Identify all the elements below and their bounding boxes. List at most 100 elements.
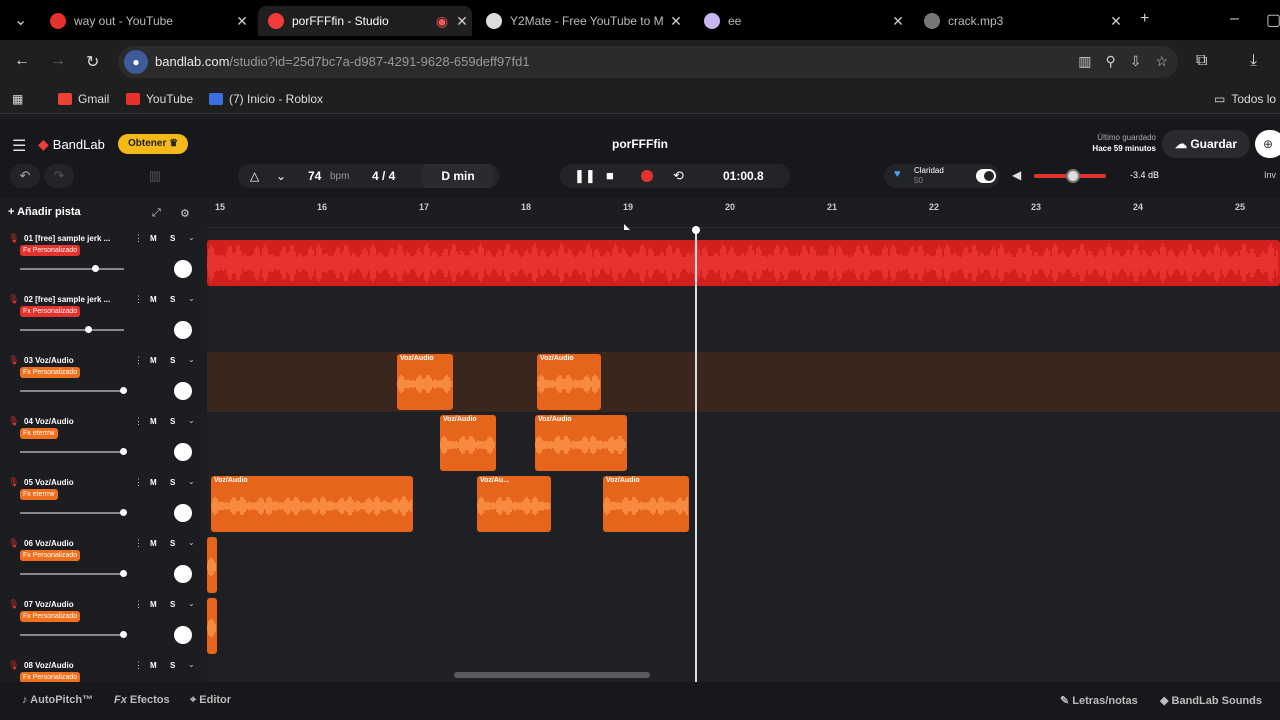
mute-button[interactable]: M bbox=[150, 356, 157, 365]
audio-clip[interactable]: Voz/Audio bbox=[440, 415, 496, 471]
track-lane[interactable] bbox=[207, 535, 1280, 595]
invite-button[interactable]: Inv bbox=[1264, 170, 1276, 180]
track-volume-knob[interactable] bbox=[120, 509, 127, 516]
horizontal-scrollbar[interactable] bbox=[454, 672, 650, 678]
expand-chevron-icon[interactable]: ⌄ bbox=[188, 599, 195, 608]
track-row[interactable]: 🎙 03 Voz/Audio Fx Personalizado ⋮ M S ⌄ … bbox=[0, 352, 1280, 412]
track-header[interactable]: 🎙 03 Voz/Audio Fx Personalizado ⋮ M S ⌄ bbox=[0, 352, 206, 412]
microphone-icon[interactable]: ● bbox=[124, 50, 148, 74]
more-options-icon[interactable]: ⋮ bbox=[134, 538, 143, 549]
minimize-icon[interactable]: – bbox=[1230, 10, 1239, 28]
audio-clip[interactable] bbox=[207, 598, 217, 654]
record-arm-icon[interactable]: 🎙 bbox=[8, 355, 19, 366]
speaker-icon[interactable]: ◀ bbox=[1012, 168, 1021, 182]
record-arm-icon[interactable]: 🎙 bbox=[8, 660, 19, 671]
loop-icon[interactable]: ⟲ bbox=[673, 168, 684, 184]
bandlab-sounds-button[interactable]: ◆ BandLab Sounds bbox=[1160, 694, 1262, 707]
fx-badge[interactable]: Fx Personalizado bbox=[20, 550, 81, 561]
tab-crack[interactable]: crack.mp3 ✕ bbox=[914, 6, 1126, 36]
solo-button[interactable]: S bbox=[170, 600, 175, 609]
mute-button[interactable]: M bbox=[150, 478, 157, 487]
track-volume-slider[interactable] bbox=[20, 451, 124, 453]
track-lane[interactable] bbox=[207, 596, 1280, 656]
audio-clip[interactable]: Voz/Audio bbox=[211, 476, 413, 532]
track-volume-slider[interactable] bbox=[20, 634, 124, 636]
fx-badge[interactable]: Fx eterrrw bbox=[20, 428, 58, 439]
audio-clip[interactable]: Voz/Audio bbox=[603, 476, 689, 532]
playhead[interactable] bbox=[692, 226, 700, 682]
track-row[interactable]: 🎙 04 Voz/Audio Fx eterrrw ⋮ M S ⌄ Voz/Au… bbox=[0, 413, 1280, 473]
settings-sliders-icon[interactable]: ⚙ bbox=[180, 207, 190, 220]
expand-chevron-icon[interactable]: ⌄ bbox=[188, 538, 195, 547]
mute-button[interactable]: M bbox=[150, 661, 157, 670]
track-lane[interactable]: Voz/Audio Voz/Au... Voz/Audio bbox=[207, 474, 1280, 534]
track-volume-knob[interactable] bbox=[92, 265, 99, 272]
key-selector[interactable]: D min bbox=[422, 164, 494, 188]
audio-clip[interactable]: Voz/Audio bbox=[397, 354, 453, 410]
pan-knob[interactable] bbox=[174, 321, 192, 339]
track-name[interactable]: 05 Voz/Audio bbox=[24, 478, 124, 487]
track-lane[interactable] bbox=[207, 230, 1280, 290]
more-options-icon[interactable]: ⋮ bbox=[134, 660, 143, 671]
mute-button[interactable]: M bbox=[150, 539, 157, 548]
track-volume-slider[interactable] bbox=[20, 573, 124, 575]
fx-badge[interactable]: Fx Personalizado bbox=[20, 611, 81, 622]
track-volume-knob[interactable] bbox=[120, 631, 127, 638]
mute-button[interactable]: M bbox=[150, 234, 157, 243]
solo-button[interactable]: S bbox=[170, 295, 175, 304]
track-name[interactable]: 02 [free] sample jerk ... bbox=[24, 295, 124, 304]
audio-clip[interactable] bbox=[207, 537, 217, 593]
track-row[interactable]: 🎙 05 Voz/Audio Fx eterrrw ⋮ M S ⌄ Voz/Au… bbox=[0, 474, 1280, 534]
track-volume-knob[interactable] bbox=[85, 326, 92, 333]
bookmark-star-icon[interactable]: ☆ bbox=[1155, 53, 1168, 70]
letras-button[interactable]: ✎ Letras/notas bbox=[1060, 694, 1138, 707]
track-volume-slider[interactable] bbox=[20, 390, 124, 392]
tab-youtube[interactable]: way out - YouTube ✕ bbox=[40, 6, 252, 36]
time-signature[interactable]: 4 / 4 bbox=[372, 169, 395, 183]
url-text[interactable]: bandlab.com/studio?id=25d7bc7a-d987-4291… bbox=[155, 54, 530, 69]
pan-knob[interactable] bbox=[174, 443, 192, 461]
pan-knob[interactable] bbox=[174, 382, 192, 400]
tab-search-icon[interactable]: ⌄ bbox=[14, 10, 27, 30]
tab-studio[interactable]: porFFFfin - Studio ◉ ✕ bbox=[258, 6, 472, 36]
record-arm-icon[interactable]: 🎙 bbox=[8, 233, 19, 244]
pan-knob[interactable] bbox=[174, 260, 192, 278]
save-button[interactable]: ☁ Guardar bbox=[1162, 130, 1250, 158]
record-arm-icon[interactable]: 🎙 bbox=[8, 477, 19, 488]
apps-grid-icon[interactable]: ▦ bbox=[12, 92, 23, 106]
autopitch-button[interactable]: ♪ AutoPitch™ bbox=[22, 694, 93, 706]
metronome-icon[interactable]: △ bbox=[250, 169, 259, 183]
record-icon[interactable] bbox=[641, 170, 653, 182]
fx-badge[interactable]: Fx Personalizado bbox=[20, 306, 81, 317]
bookmark-all[interactable]: ▭ Todos lo bbox=[1214, 92, 1276, 106]
tab-ee[interactable]: ee ✕ bbox=[694, 6, 908, 36]
track-volume-knob[interactable] bbox=[120, 387, 127, 394]
track-name[interactable]: 03 Voz/Audio bbox=[24, 356, 124, 365]
track-name[interactable]: 06 Voz/Audio bbox=[24, 539, 124, 548]
track-row[interactable]: 🎙 06 Voz/Audio Fx Personalizado ⋮ M S ⌄ bbox=[0, 535, 1280, 595]
forward-icon[interactable]: → bbox=[50, 52, 66, 70]
undo-icon[interactable]: ↶ bbox=[10, 164, 40, 188]
stop-icon[interactable]: ■ bbox=[606, 168, 614, 183]
track-name[interactable]: 07 Voz/Audio bbox=[24, 600, 124, 609]
download-icon[interactable]: ⤓ bbox=[1250, 52, 1257, 70]
audio-clip[interactable]: Voz/Au... bbox=[477, 476, 551, 532]
track-header[interactable]: 🎙 07 Voz/Audio Fx Personalizado ⋮ M S ⌄ bbox=[0, 596, 206, 656]
track-header[interactable]: 🎙 02 [free] sample jerk ... Fx Personali… bbox=[0, 291, 206, 351]
fx-badge[interactable]: Fx eterrrw bbox=[20, 489, 58, 500]
track-row[interactable]: 🎙 02 [free] sample jerk ... Fx Personali… bbox=[0, 291, 1280, 351]
editor-button[interactable]: ⌖ Editor bbox=[190, 694, 231, 707]
record-arm-icon[interactable]: 🎙 bbox=[8, 294, 19, 305]
efectos-button[interactable]: Fx Efectos bbox=[114, 694, 170, 706]
audio-clip[interactable]: Voz/Audio bbox=[535, 415, 627, 471]
more-options-icon[interactable]: ⋮ bbox=[134, 477, 143, 488]
record-arm-icon[interactable]: 🎙 bbox=[8, 599, 19, 610]
solo-button[interactable]: S bbox=[170, 478, 175, 487]
redo-icon[interactable]: ↷ bbox=[44, 164, 74, 188]
mute-button[interactable]: M bbox=[150, 600, 157, 609]
more-options-icon[interactable]: ⋮ bbox=[134, 233, 143, 244]
automation-icon[interactable]: ⤢ bbox=[152, 207, 161, 220]
expand-chevron-icon[interactable]: ⌄ bbox=[188, 660, 195, 669]
track-volume-slider[interactable] bbox=[20, 268, 124, 270]
record-arm-icon[interactable]: 🎙 bbox=[8, 538, 19, 549]
